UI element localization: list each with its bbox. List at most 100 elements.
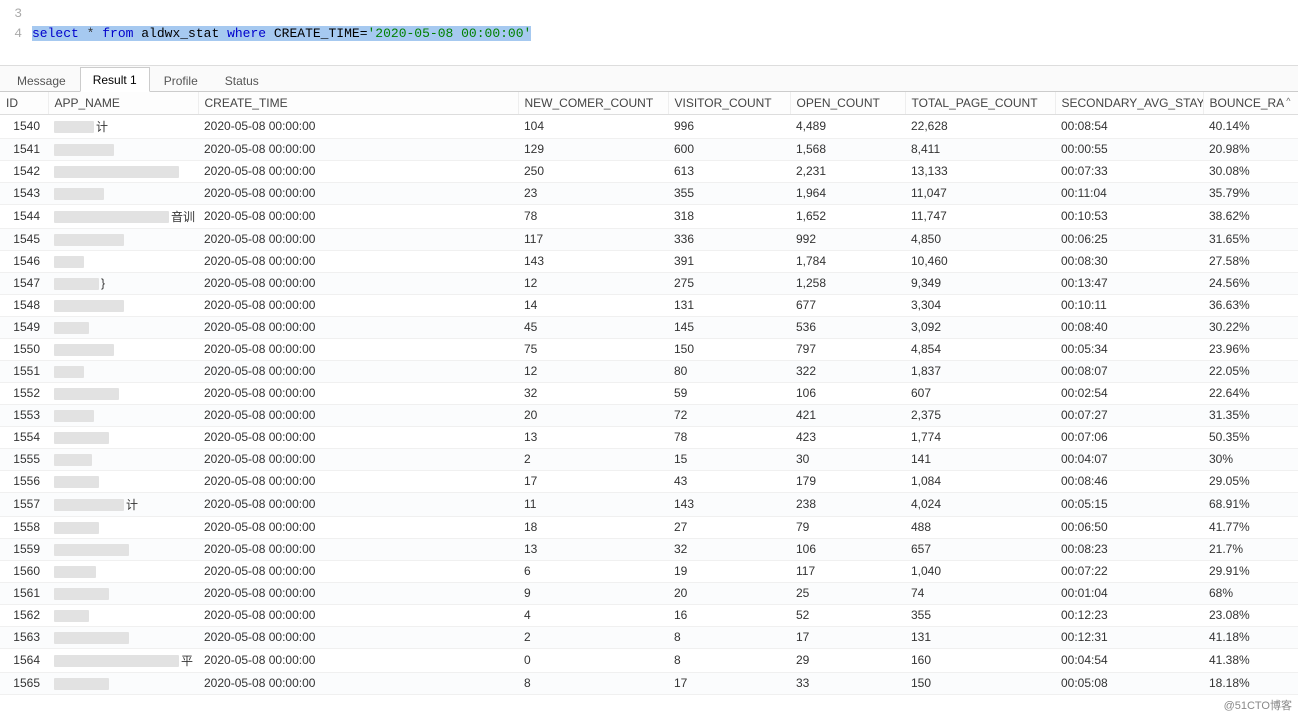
cell-create_time[interactable]: 2020-05-08 00:00:00 [198,648,518,672]
cell-id[interactable]: 1557 [0,492,48,516]
cell-id[interactable]: 1552 [0,382,48,404]
cell-id[interactable]: 1543 [0,182,48,204]
cell-secondary_avg_stay_t[interactable]: 00:11:04 [1055,182,1203,204]
table-row[interactable]: 15432020-05-08 00:00:00233551,96411,0470… [0,182,1298,204]
table-row[interactable]: 15482020-05-08 00:00:00141316773,30400:1… [0,294,1298,316]
cell-open_count[interactable]: 2,231 [790,160,905,182]
cell-total_page_count[interactable]: 74 [905,582,1055,604]
cell-new_comer_count[interactable]: 14 [518,294,668,316]
cell-visitor_count[interactable]: 275 [668,272,790,294]
cell-new_comer_count[interactable]: 75 [518,338,668,360]
cell-open_count[interactable]: 421 [790,404,905,426]
cell-bounce_ra[interactable]: 22.05% [1203,360,1298,382]
table-row[interactable]: 15552020-05-08 00:00:002153014100:04:073… [0,448,1298,470]
cell-new_comer_count[interactable]: 104 [518,114,668,138]
cell-open_count[interactable]: 106 [790,382,905,404]
cell-app_name[interactable] [48,250,198,272]
cell-open_count[interactable]: 52 [790,604,905,626]
cell-secondary_avg_stay_t[interactable]: 00:06:25 [1055,228,1203,250]
cell-visitor_count[interactable]: 72 [668,404,790,426]
cell-app_name[interactable] [48,448,198,470]
table-row[interactable]: 1540计2020-05-08 00:00:001049964,48922,62… [0,114,1298,138]
cell-id[interactable]: 1563 [0,626,48,648]
cell-id[interactable]: 1564 [0,648,48,672]
cell-visitor_count[interactable]: 143 [668,492,790,516]
cell-open_count[interactable]: 1,784 [790,250,905,272]
table-row[interactable]: 1557计2020-05-08 00:00:00111432384,02400:… [0,492,1298,516]
cell-open_count[interactable]: 1,568 [790,138,905,160]
cell-open_count[interactable]: 117 [790,560,905,582]
cell-total_page_count[interactable]: 9,349 [905,272,1055,294]
cell-id[interactable]: 1558 [0,516,48,538]
cell-total_page_count[interactable]: 4,024 [905,492,1055,516]
cell-total_page_count[interactable]: 131 [905,626,1055,648]
cell-id[interactable]: 1556 [0,470,48,492]
cell-total_page_count[interactable]: 1,774 [905,426,1055,448]
cell-visitor_count[interactable]: 27 [668,516,790,538]
tab-status[interactable]: Status [212,68,272,92]
cell-total_page_count[interactable]: 355 [905,604,1055,626]
table-row[interactable]: 15602020-05-08 00:00:006191171,04000:07:… [0,560,1298,582]
cell-app_name[interactable] [48,138,198,160]
table-row[interactable]: 15422020-05-08 00:00:002506132,23113,133… [0,160,1298,182]
cell-open_count[interactable]: 238 [790,492,905,516]
cell-open_count[interactable]: 79 [790,516,905,538]
cell-visitor_count[interactable]: 78 [668,426,790,448]
cell-bounce_ra[interactable]: 41.18% [1203,626,1298,648]
cell-visitor_count[interactable]: 19 [668,560,790,582]
cell-create_time[interactable]: 2020-05-08 00:00:00 [198,560,518,582]
cell-total_page_count[interactable]: 10,460 [905,250,1055,272]
cell-total_page_count[interactable]: 657 [905,538,1055,560]
table-row[interactable]: 15522020-05-08 00:00:00325910660700:02:5… [0,382,1298,404]
cell-secondary_avg_stay_t[interactable]: 00:08:30 [1055,250,1203,272]
cell-total_page_count[interactable]: 8,411 [905,138,1055,160]
cell-create_time[interactable]: 2020-05-08 00:00:00 [198,338,518,360]
cell-secondary_avg_stay_t[interactable]: 00:05:34 [1055,338,1203,360]
table-row[interactable]: 15652020-05-08 00:00:008173315000:05:081… [0,672,1298,694]
cell-app_name[interactable] [48,182,198,204]
cell-new_comer_count[interactable]: 13 [518,426,668,448]
cell-new_comer_count[interactable]: 117 [518,228,668,250]
result-grid-wrap[interactable]: IDAPP_NAMECREATE_TIMENEW_COMER_COUNTVISI… [0,92,1298,701]
cell-create_time[interactable]: 2020-05-08 00:00:00 [198,160,518,182]
cell-app_name[interactable]: } [48,272,198,294]
cell-secondary_avg_stay_t[interactable]: 00:08:40 [1055,316,1203,338]
column-header-visitor_count[interactable]: VISITOR_COUNT [668,92,790,114]
cell-app_name[interactable]: 平 [48,648,198,672]
cell-create_time[interactable]: 2020-05-08 00:00:00 [198,316,518,338]
table-row[interactable]: 15492020-05-08 00:00:00451455363,09200:0… [0,316,1298,338]
cell-total_page_count[interactable]: 2,375 [905,404,1055,426]
cell-create_time[interactable]: 2020-05-08 00:00:00 [198,138,518,160]
cell-total_page_count[interactable]: 607 [905,382,1055,404]
cell-secondary_avg_stay_t[interactable]: 00:08:54 [1055,114,1203,138]
cell-create_time[interactable]: 2020-05-08 00:00:00 [198,582,518,604]
cell-app_name[interactable] [48,382,198,404]
cell-secondary_avg_stay_t[interactable]: 00:12:31 [1055,626,1203,648]
cell-open_count[interactable]: 992 [790,228,905,250]
cell-new_comer_count[interactable]: 2 [518,448,668,470]
cell-bounce_ra[interactable]: 68% [1203,582,1298,604]
table-row[interactable]: 15592020-05-08 00:00:00133210665700:08:2… [0,538,1298,560]
cell-new_comer_count[interactable]: 4 [518,604,668,626]
cell-app_name[interactable] [48,316,198,338]
cell-id[interactable]: 1560 [0,560,48,582]
cell-id[interactable]: 1549 [0,316,48,338]
cell-app_name[interactable] [48,672,198,694]
cell-bounce_ra[interactable]: 30.22% [1203,316,1298,338]
cell-bounce_ra[interactable]: 50.35% [1203,426,1298,448]
cell-visitor_count[interactable]: 600 [668,138,790,160]
column-header-secondary_avg_stay_t[interactable]: SECONDARY_AVG_STAY_T [1055,92,1203,114]
cell-total_page_count[interactable]: 13,133 [905,160,1055,182]
table-row[interactable]: 15632020-05-08 00:00:00281713100:12:3141… [0,626,1298,648]
cell-total_page_count[interactable]: 1,040 [905,560,1055,582]
cell-visitor_count[interactable]: 8 [668,626,790,648]
cell-id[interactable]: 1550 [0,338,48,360]
cell-app_name[interactable] [48,404,198,426]
cell-secondary_avg_stay_t[interactable]: 00:08:46 [1055,470,1203,492]
tab-profile[interactable]: Profile [151,68,211,92]
cell-app_name[interactable] [48,516,198,538]
cell-open_count[interactable]: 797 [790,338,905,360]
cell-id[interactable]: 1551 [0,360,48,382]
cell-app_name[interactable]: 计 [48,114,198,138]
table-row[interactable]: 15502020-05-08 00:00:00751507974,85400:0… [0,338,1298,360]
